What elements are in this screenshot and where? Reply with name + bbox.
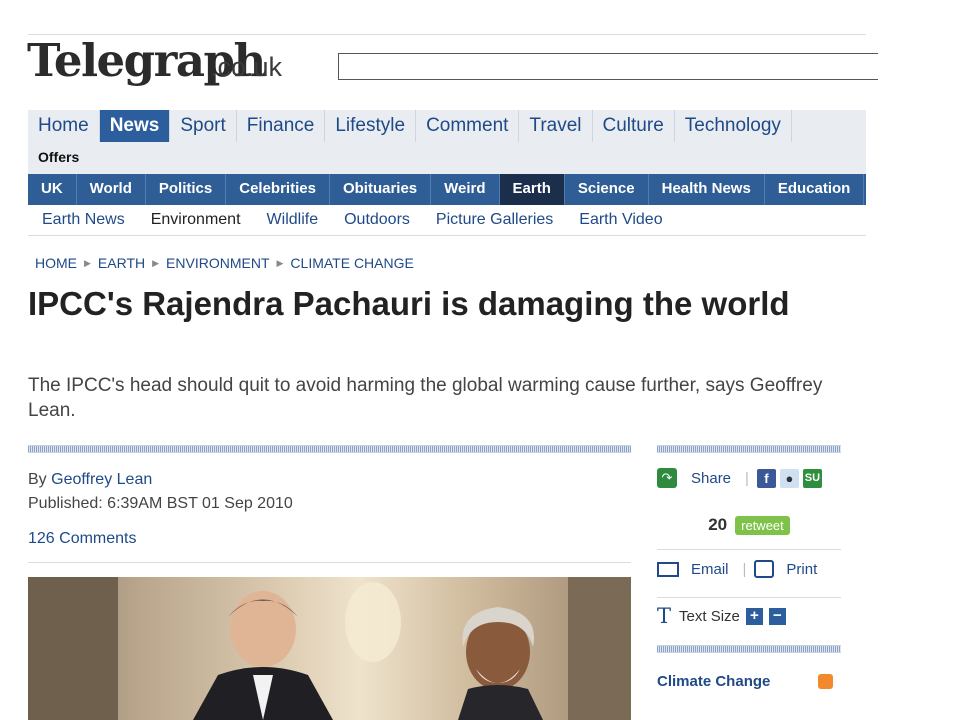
nav-item-comment[interactable]: Comment xyxy=(416,110,520,142)
email-print-row: Email | Print xyxy=(657,560,817,578)
subnav-item-earth[interactable]: Earth xyxy=(499,174,565,205)
nav-item-lifestyle[interactable]: Lifestyle xyxy=(325,110,417,142)
share-link[interactable]: Share xyxy=(691,470,731,487)
print-link[interactable]: Print xyxy=(786,561,817,578)
dotted-divider xyxy=(657,645,841,653)
envelope-icon[interactable] xyxy=(657,561,679,577)
subnav-item-science[interactable]: Science xyxy=(565,174,649,205)
nav-item-offers[interactable]: Offers xyxy=(38,149,79,165)
subnav-item-obituaries[interactable]: Obituaries xyxy=(330,174,432,205)
text-size-row: T Text Size + − xyxy=(657,604,786,628)
section-item-outdoors[interactable]: Outdoors xyxy=(330,205,410,235)
subnav-item-uk[interactable]: UK xyxy=(28,174,77,205)
article-headline: IPCC's Rajendra Pachauri is damaging the… xyxy=(28,285,790,322)
share-row: ↷ Share | f ● SU xyxy=(657,468,826,488)
published-date: Published: 6:39AM BST 01 Sep 2010 xyxy=(28,495,293,512)
section-item-environment[interactable]: Environment xyxy=(137,205,241,235)
text-size-label: Text Size xyxy=(679,607,740,625)
nav-item-culture[interactable]: Culture xyxy=(593,110,675,142)
separator: | xyxy=(745,469,749,487)
breadcrumb: HOME ▶ EARTH ▶ ENVIRONMENT ▶ CLIMATE CHA… xyxy=(35,255,414,271)
author-link[interactable]: Geoffrey Lean xyxy=(51,471,152,488)
reddit-icon[interactable]: ● xyxy=(779,468,799,488)
subnav-item-politics[interactable]: Politics xyxy=(146,174,227,205)
nav-item-travel[interactable]: Travel xyxy=(519,110,593,142)
nav-item-finance[interactable]: Finance xyxy=(237,110,326,142)
retweet-button[interactable]: retweet xyxy=(735,515,790,535)
section-item-picture-galleries[interactable]: Picture Galleries xyxy=(422,205,553,235)
text-size-increase-button[interactable]: + xyxy=(745,607,763,625)
subnav-item-world[interactable]: World xyxy=(77,174,146,205)
section-item-earth-video[interactable]: Earth Video xyxy=(565,205,662,235)
email-link[interactable]: Email xyxy=(691,561,729,578)
nav-item-news[interactable]: News xyxy=(99,110,171,142)
breadcrumb-home[interactable]: HOME xyxy=(35,255,77,271)
logo-domain-suffix[interactable]: .co.uk xyxy=(210,54,282,81)
comments-link[interactable]: 126 Comments xyxy=(28,530,137,548)
divider xyxy=(657,549,841,550)
subnav-item-education[interactable]: Education xyxy=(765,174,865,205)
share-icon[interactable]: ↷ xyxy=(657,468,677,488)
subnav-item-health-news[interactable]: Health News xyxy=(649,174,765,205)
subnav-item-weird[interactable]: Weird xyxy=(431,174,500,205)
byline: By Geoffrey Lean xyxy=(28,471,152,489)
text-size-icon: T xyxy=(657,604,672,628)
chevron-right-icon: ▶ xyxy=(152,257,160,268)
nav-item-home[interactable]: Home xyxy=(28,110,100,142)
secondary-nav: UK World Politics Celebrities Obituaries… xyxy=(28,174,866,205)
divider xyxy=(28,562,631,563)
printer-icon[interactable] xyxy=(754,560,775,578)
retweet-count: 20 xyxy=(708,515,728,534)
article-standfirst: The IPCC's head should quit to avoid har… xyxy=(28,375,823,421)
breadcrumb-earth[interactable]: EARTH xyxy=(98,255,145,271)
primary-nav: Home News Sport Finance Lifestyle Commen… xyxy=(28,110,866,142)
nav-item-technology[interactable]: Technology xyxy=(675,110,792,142)
search-input[interactable] xyxy=(338,53,878,80)
text-size-decrease-button[interactable]: − xyxy=(768,607,786,625)
divider xyxy=(657,597,841,598)
section-item-wildlife[interactable]: Wildlife xyxy=(253,205,319,235)
retweet-widget: 20 retweet xyxy=(657,515,841,535)
dotted-divider xyxy=(657,445,841,453)
subnav-item-celebrities[interactable]: Celebrities xyxy=(226,174,330,205)
section-item-earth-news[interactable]: Earth News xyxy=(28,205,125,235)
separator: | xyxy=(742,560,747,578)
chevron-right-icon: ▶ xyxy=(276,257,284,268)
primary-nav-row2: Offers xyxy=(28,142,866,174)
section-nav: Earth News Environment Wildlife Outdoors… xyxy=(28,205,866,236)
breadcrumb-climate-change[interactable]: CLIMATE CHANGE xyxy=(290,255,413,271)
topic-link[interactable]: Climate Change xyxy=(657,673,770,690)
dotted-divider xyxy=(28,445,631,453)
photo-illustration xyxy=(28,577,631,720)
rss-icon[interactable] xyxy=(818,674,833,689)
stumbleupon-icon[interactable]: SU xyxy=(802,468,822,488)
facebook-icon[interactable]: f xyxy=(756,468,776,488)
article-photo xyxy=(28,577,631,720)
chevron-right-icon: ▶ xyxy=(84,257,91,268)
nav-item-sport[interactable]: Sport xyxy=(170,110,237,142)
byline-prefix: By xyxy=(28,471,47,488)
breadcrumb-environment[interactable]: ENVIRONMENT xyxy=(166,255,269,271)
